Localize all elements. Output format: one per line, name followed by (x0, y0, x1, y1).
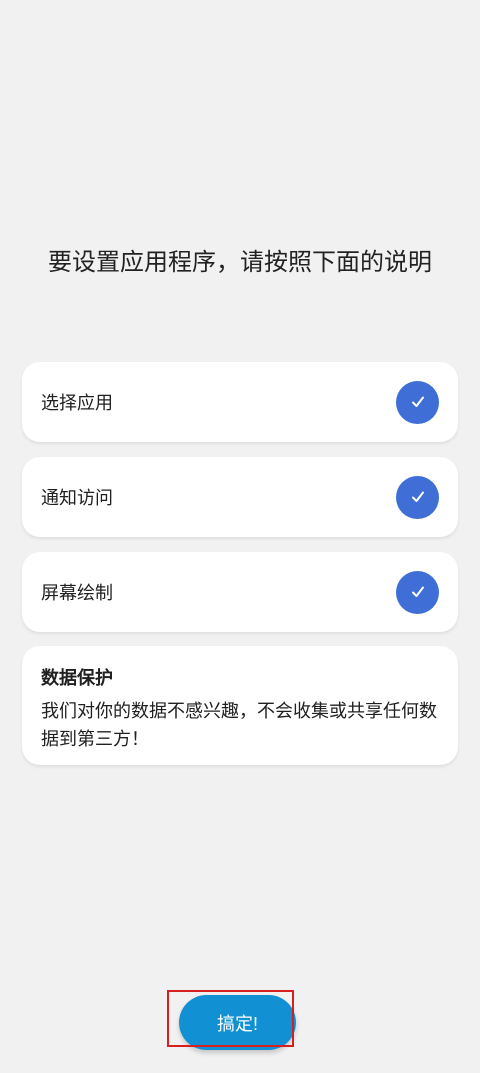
step-label: 通知访问 (41, 488, 113, 509)
privacy-title: 数据保护 (41, 668, 113, 689)
step-select-app[interactable]: 选择应用 (22, 362, 458, 442)
step-label: 选择应用 (41, 393, 113, 414)
done-button[interactable]: 搞定! (179, 995, 296, 1050)
check-icon (396, 380, 439, 424)
page-title: 要设置应用程序，请按照下面的说明 (48, 248, 432, 276)
step-label: 屏幕绘制 (41, 583, 113, 604)
check-icon (396, 475, 439, 519)
check-icon (396, 570, 439, 614)
privacy-card: 数据保护 我们对你的数据不感兴趣，不会收集或共享任何数据到第三方！ (22, 646, 458, 765)
step-notification-access[interactable]: 通知访问 (22, 457, 458, 537)
step-screen-overlay[interactable]: 屏幕绘制 (22, 552, 458, 632)
privacy-body: 我们对你的数据不感兴趣，不会收集或共享任何数据到第三方！ (41, 701, 437, 750)
